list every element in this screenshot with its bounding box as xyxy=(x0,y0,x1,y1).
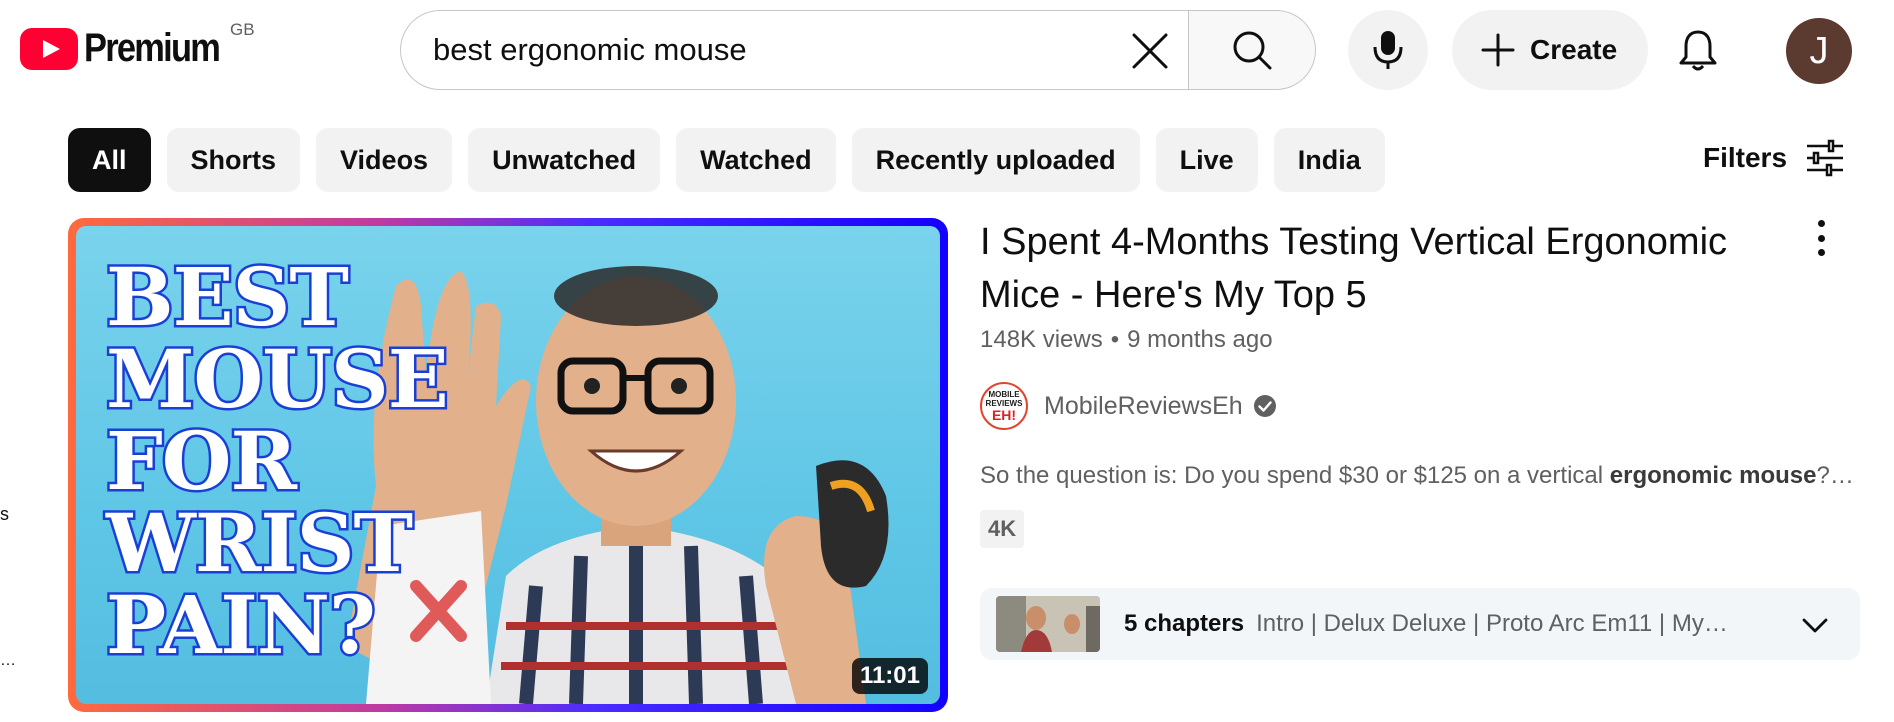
more-vertical-icon xyxy=(1817,220,1825,227)
channel-avatar-text: EH! xyxy=(991,406,1017,423)
search-box xyxy=(400,10,1189,90)
logo-text: Premium xyxy=(84,26,221,70)
chapter-thumbnail-image xyxy=(996,596,1100,652)
chip-live[interactable]: Live xyxy=(1155,128,1258,192)
search-icon xyxy=(1233,31,1272,70)
sidebar-text-fragment: s xyxy=(0,504,9,524)
sidebar-text-fragment-2: … xyxy=(0,652,16,669)
create-button[interactable]: Create xyxy=(1452,10,1648,90)
filters-label: Filters xyxy=(1703,142,1788,173)
more-vertical-icon xyxy=(1817,249,1825,256)
voice-search-button[interactable] xyxy=(1348,10,1428,90)
search-input[interactable] xyxy=(433,32,1093,68)
view-count: 148K views xyxy=(980,326,1103,353)
chapters-count: 5 chapters xyxy=(1124,610,1245,637)
thumbnail-caption: BEST MOUSE FOR WRIST PAIN? xyxy=(104,250,452,672)
thumbnail-caption-line: BEST xyxy=(104,250,352,344)
thumbnail-caption-line: FOR xyxy=(104,414,300,508)
video-description-snippet: So the question is: Do you spend $30 or … xyxy=(980,462,1860,490)
channel-name[interactable]: MobileReviewsEh xyxy=(1044,392,1243,421)
microphone-icon xyxy=(1373,31,1403,69)
close-icon xyxy=(1132,33,1168,69)
chapter-thumbnail xyxy=(996,596,1100,652)
snippet-highlight: ergonomic mouse xyxy=(1609,462,1817,489)
chip-recently-uploaded[interactable]: Recently uploaded xyxy=(851,128,1140,192)
chip-all[interactable]: All xyxy=(68,128,151,192)
chip-india[interactable]: India xyxy=(1273,128,1385,192)
youtube-premium-logo[interactable]: Premium xyxy=(20,26,241,71)
video-thumbnail[interactable]: BEST MOUSE FOR WRIST PAIN? 11:01 xyxy=(68,218,948,712)
chapters-list: Intro | Delux Deluxe | Proto Arc Em11 | … xyxy=(1256,610,1728,637)
channel-info[interactable]: MOBILE REVIEWS EH! MobileReviewsEh xyxy=(980,382,1277,430)
create-label: Create xyxy=(1530,34,1618,65)
notifications-button[interactable] xyxy=(1666,18,1730,82)
snippet-text-end: ? Do… xyxy=(1816,462,1860,489)
chip-shorts[interactable]: Shorts xyxy=(166,128,301,192)
bell-icon xyxy=(1679,30,1717,71)
video-title[interactable]: I Spent 4-Months Testing Vertical Ergono… xyxy=(980,216,1740,322)
channel-avatar[interactable]: MOBILE REVIEWS EH! xyxy=(980,382,1028,430)
upload-age: 9 months ago xyxy=(1127,326,1273,353)
channel-avatar-text: MOBILE xyxy=(988,389,1020,399)
thumbnail-image: BEST MOUSE FOR WRIST PAIN? 11:01 xyxy=(76,226,940,704)
clear-search-button[interactable] xyxy=(1129,30,1171,72)
account-avatar[interactable]: J xyxy=(1786,18,1852,84)
thumbnail-caption-line: PAIN? xyxy=(104,578,379,672)
more-vertical-icon xyxy=(1817,234,1825,242)
sliders-icon xyxy=(1807,139,1844,177)
filter-chips: All Shorts Videos Unwatched Watched Rece… xyxy=(68,128,1385,192)
plus-icon xyxy=(1481,33,1515,67)
chevron-down-icon[interactable] xyxy=(1800,610,1830,640)
search-button[interactable] xyxy=(1188,10,1316,90)
video-duration: 11:01 xyxy=(851,658,928,694)
snippet-text: So the question is: Do you spend $30 or … xyxy=(980,462,1610,489)
chapters-panel[interactable]: 5 chapters Intro | Delux Deluxe | Proto … xyxy=(980,588,1860,660)
thumbnail-caption-line: MOUSE xyxy=(104,332,452,426)
quality-badge: 4K xyxy=(980,510,1025,548)
stats-separator: • xyxy=(1110,326,1120,353)
video-stats: 148K views • 9 months ago xyxy=(980,326,1273,354)
filters-button[interactable]: Filters xyxy=(1703,138,1845,178)
more-actions-button[interactable] xyxy=(1804,218,1838,258)
chip-unwatched[interactable]: Unwatched xyxy=(468,128,661,192)
thumbnail-caption-line: WRIST xyxy=(104,496,416,590)
chip-watched[interactable]: Watched xyxy=(676,128,836,192)
chip-videos[interactable]: Videos xyxy=(316,128,453,192)
verified-badge-icon xyxy=(1253,395,1276,417)
youtube-play-icon xyxy=(20,27,78,70)
region-code: GB xyxy=(230,20,255,39)
